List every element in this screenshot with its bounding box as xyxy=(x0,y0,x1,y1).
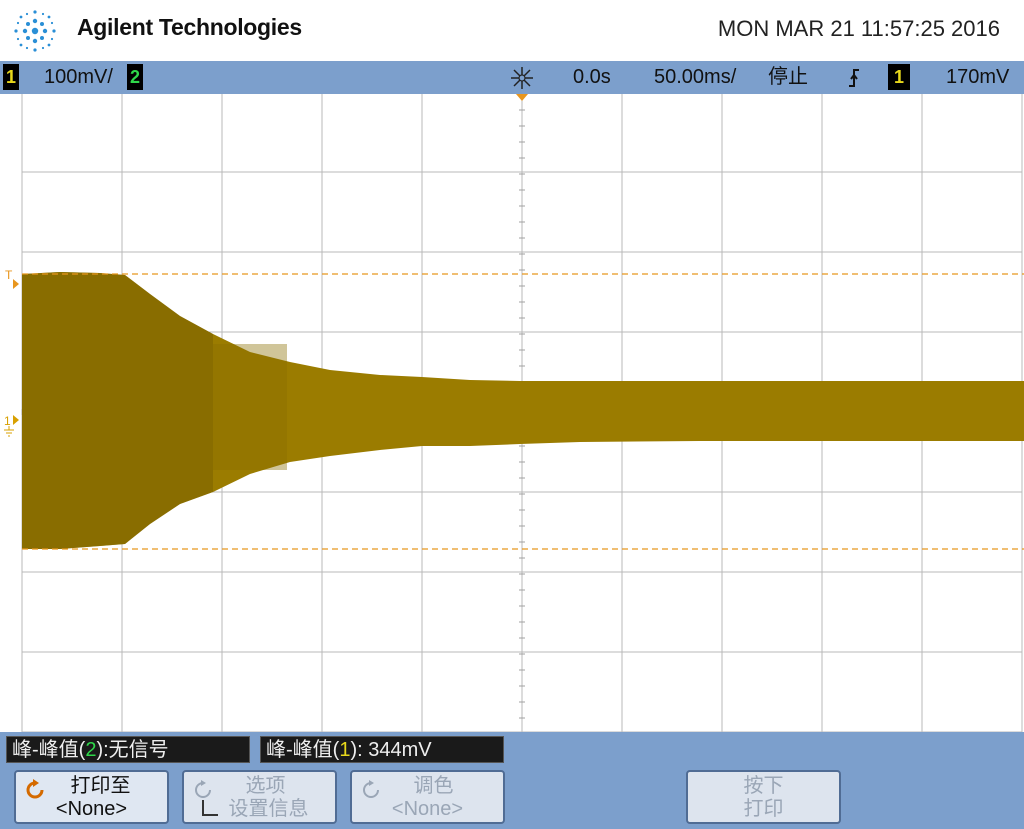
channel1-badge[interactable]: 1 xyxy=(3,64,19,90)
print-label: 打印 xyxy=(743,798,784,820)
trigger-position-icon xyxy=(511,67,533,89)
press-label: 按下 xyxy=(743,775,784,797)
waveform-display: T 1 xyxy=(0,91,1024,733)
measurement-1-channel: 2 xyxy=(85,739,97,761)
measurement-2-prefix: 峰-峰值( xyxy=(266,739,340,761)
palette-softkey[interactable]: 调色 <None> xyxy=(350,770,505,824)
measurement-2: 峰-峰值(1): 344mV xyxy=(260,736,504,763)
measurement-1-prefix: 峰-峰值( xyxy=(12,739,86,761)
checkbox-icon[interactable] xyxy=(202,800,218,816)
measurement-2-channel: 1 xyxy=(339,739,351,761)
header-bar: Agilent Technologies MON MAR 21 11:57:25… xyxy=(0,0,1024,61)
channel1-scale: 100mV/ xyxy=(44,66,113,88)
waveform-band xyxy=(213,344,287,470)
graticule: T 1 xyxy=(0,91,1024,733)
press-to-print-softkey[interactable]: 按下 打印 xyxy=(686,770,841,824)
measurement-2-value: ): 344mV xyxy=(350,739,432,761)
channel1-ground-marker[interactable]: 1 xyxy=(4,414,11,428)
measurement-1: 峰-峰值(2):无信号 xyxy=(6,736,250,763)
channel2-badge[interactable]: 2 xyxy=(127,64,143,90)
options-label: 选项 xyxy=(245,775,286,797)
rising-edge-icon xyxy=(849,69,859,87)
softkey-panel: 峰-峰值(2):无信号 峰-峰值(1): 344mV 打印至 <None> 选项… xyxy=(0,732,1024,829)
agilent-spark-icon xyxy=(14,10,56,52)
time-delay: 0.0s xyxy=(573,66,611,88)
trigger-level-marker[interactable]: T xyxy=(5,268,13,282)
options-softkey[interactable]: 选项 设置信息 xyxy=(182,770,337,824)
print-to-softkey[interactable]: 打印至 <None> xyxy=(14,770,169,824)
time-scale: 50.00ms/ xyxy=(654,66,737,88)
measurement-1-value: ):无信号 xyxy=(96,739,169,761)
trigger-level: 170mV xyxy=(946,66,1010,88)
print-to-label: 打印至 xyxy=(70,775,131,797)
brand-name: Agilent Technologies xyxy=(77,14,302,40)
run-state: 停止 xyxy=(768,66,808,88)
trigger-source-badge[interactable]: 1 xyxy=(888,64,910,90)
palette-label: 调色 xyxy=(413,775,454,797)
status-bar: 1 100mV/ 2 0.0s 50.00ms/ 停止 1 170mV xyxy=(0,61,1024,94)
date-time: MON MAR 21 11:57:25 2016 xyxy=(717,16,1000,41)
print-to-value: <None> xyxy=(55,798,128,820)
palette-value: <None> xyxy=(391,798,464,820)
